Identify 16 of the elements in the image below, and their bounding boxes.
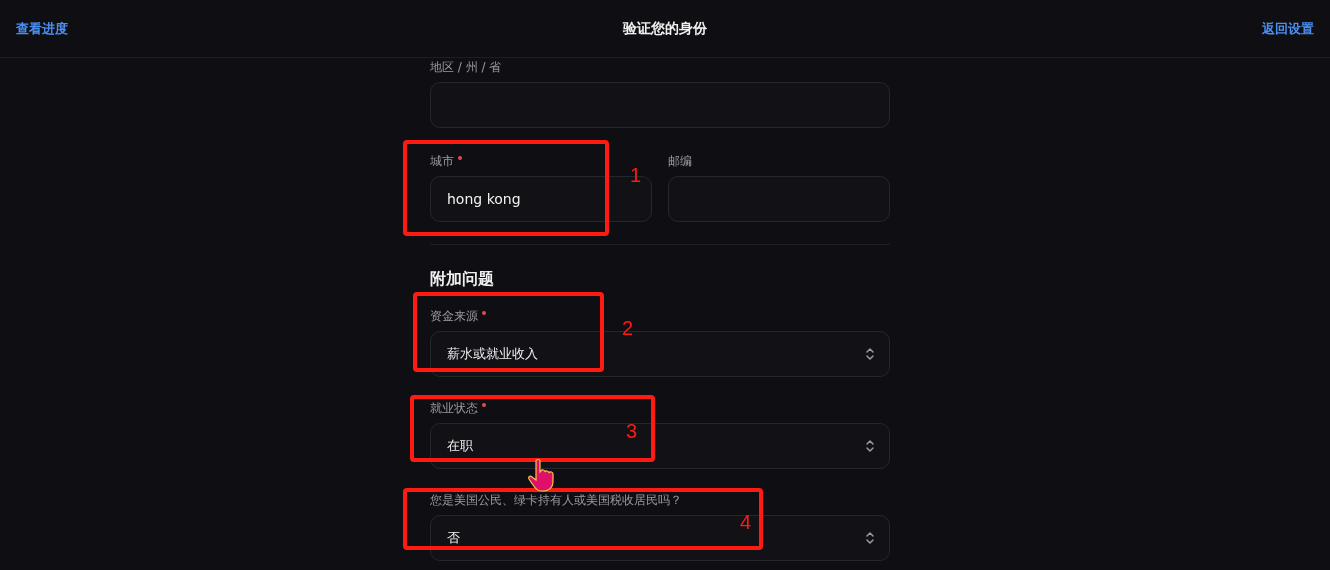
- field-label: 就业状态: [430, 399, 478, 417]
- callout-number: 3: [626, 420, 638, 443]
- chevron-up-down-icon: [865, 531, 875, 545]
- back-link[interactable]: 返回设置: [1262, 19, 1314, 38]
- field-label: 城市: [430, 152, 454, 170]
- page-title: 验证您的身份: [623, 19, 707, 38]
- chevron-up-down-icon: [865, 439, 875, 453]
- chevron-up-down-icon: [865, 347, 875, 361]
- field-label: 资金来源: [430, 307, 478, 325]
- field-label: 地区 / 州 / 省: [430, 58, 502, 76]
- progress-link[interactable]: 查看进度: [16, 19, 68, 38]
- region-input-field[interactable]: [430, 82, 890, 128]
- zip-input-field[interactable]: [668, 176, 890, 222]
- field-label: 邮编: [668, 152, 692, 170]
- section-heading: 附加问题: [430, 269, 495, 290]
- field-label: 您是美国公民、绿卡持有人或美国税收居民吗？: [430, 491, 682, 509]
